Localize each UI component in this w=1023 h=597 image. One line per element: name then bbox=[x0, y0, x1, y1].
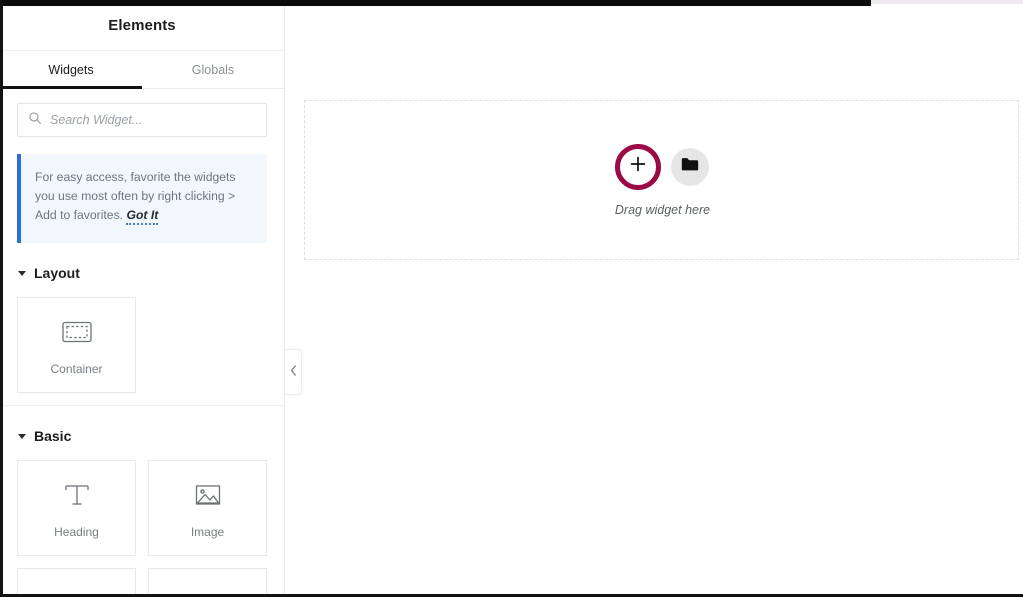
favorites-notice: For easy access, favorite the widgets yo… bbox=[17, 154, 267, 243]
widget-drop-zone[interactable]: Drag widget here bbox=[304, 100, 1019, 260]
category-basic-header[interactable]: Basic bbox=[0, 428, 284, 444]
image-icon bbox=[194, 478, 222, 512]
search-input[interactable] bbox=[50, 113, 256, 127]
drop-zone-inner: Drag widget here bbox=[615, 144, 710, 217]
search-icon bbox=[28, 111, 42, 130]
category-layout-title: Layout bbox=[34, 265, 80, 281]
widget-card-heading-label: Heading bbox=[54, 525, 99, 539]
page-title: Elements bbox=[108, 17, 176, 34]
elements-panel: Elements Widgets Globals bbox=[0, 0, 285, 597]
panel-body: For easy access, favorite the widgets yo… bbox=[0, 89, 284, 597]
widget-card-image[interactable]: Image bbox=[148, 460, 267, 556]
category-layout: Layout Container bbox=[0, 265, 284, 406]
chevron-left-icon bbox=[290, 363, 297, 381]
tab-widgets[interactable]: Widgets bbox=[0, 51, 142, 88]
panel-header: Elements bbox=[0, 0, 284, 51]
panel-collapse-button[interactable] bbox=[285, 349, 302, 395]
folder-icon bbox=[681, 157, 699, 177]
widget-card-text-editor[interactable] bbox=[17, 568, 136, 597]
chevron-down-icon bbox=[18, 271, 26, 276]
widget-card-container[interactable]: Container bbox=[17, 297, 136, 393]
favorites-notice-text: For easy access, favorite the widgets yo… bbox=[35, 168, 251, 225]
got-it-link[interactable]: Got It bbox=[126, 208, 158, 225]
plus-icon bbox=[629, 155, 647, 178]
tab-globals[interactable]: Globals bbox=[142, 51, 284, 88]
elementor-editor: Elements Widgets Globals bbox=[0, 0, 1023, 597]
tab-globals-label: Globals bbox=[192, 63, 234, 77]
widget-card-video[interactable] bbox=[148, 568, 267, 597]
panel-tabs: Widgets Globals bbox=[0, 51, 284, 89]
left-chrome-bar bbox=[0, 0, 3, 597]
tab-widgets-label: Widgets bbox=[48, 63, 93, 77]
heading-icon bbox=[62, 478, 92, 512]
drop-zone-buttons bbox=[615, 144, 709, 190]
container-icon bbox=[62, 315, 92, 349]
add-element-button[interactable] bbox=[615, 144, 661, 190]
category-basic-widgets: Heading Image bbox=[0, 444, 284, 597]
search-widget-wrap bbox=[0, 89, 284, 137]
category-basic-title: Basic bbox=[34, 428, 71, 444]
chevron-down-icon bbox=[18, 434, 26, 439]
category-layout-header[interactable]: Layout bbox=[0, 265, 284, 281]
category-layout-widgets: Container bbox=[0, 281, 284, 393]
top-chrome-bar-right bbox=[871, 0, 1023, 4]
open-template-library-button[interactable] bbox=[671, 148, 709, 186]
search-widget-box[interactable] bbox=[17, 103, 267, 137]
widget-card-container-label: Container bbox=[50, 362, 102, 376]
top-chrome-bar bbox=[0, 0, 871, 6]
drop-zone-hint: Drag widget here bbox=[615, 203, 710, 217]
editor-canvas: Drag widget here bbox=[285, 0, 1023, 597]
category-basic: Basic Heading bbox=[0, 428, 284, 597]
widget-card-image-label: Image bbox=[191, 525, 224, 539]
widget-card-heading[interactable]: Heading bbox=[17, 460, 136, 556]
